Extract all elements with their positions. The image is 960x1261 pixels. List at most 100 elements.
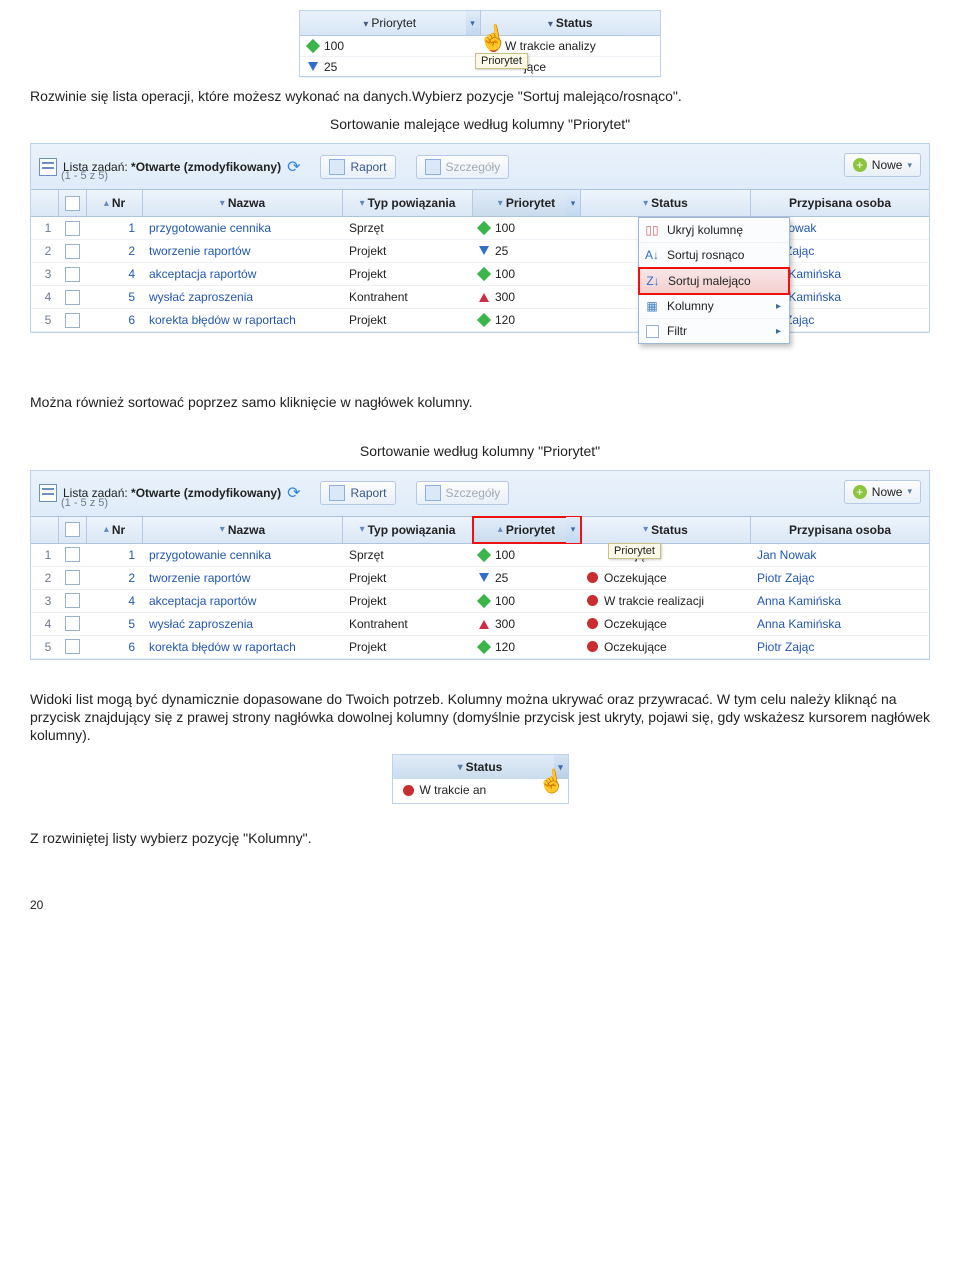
refresh-icon[interactable]: ⟳	[287, 483, 300, 503]
sort-desc-icon	[548, 16, 556, 30]
col-header-checkbox[interactable]	[59, 190, 87, 216]
task-name-link[interactable]: akceptacja raportów	[143, 594, 343, 608]
person-link[interactable]: Piotr Zając	[751, 571, 929, 585]
column-dropdown-icon[interactable]: ▾	[566, 517, 580, 543]
col-header-status[interactable]: Status	[481, 11, 661, 35]
task-name-link[interactable]: wysłać zaproszenia	[143, 617, 343, 631]
task-name-link[interactable]: korekta błędów w raportach	[143, 640, 343, 654]
table-row[interactable]: 34akceptacja raportówProjekt100iAnna Kam…	[31, 263, 929, 286]
row-checkbox[interactable]	[59, 639, 87, 654]
menu-sort-desc[interactable]: Z↓Sortuj malejąco	[639, 268, 789, 294]
status-dot-icon	[403, 785, 414, 796]
row-checkbox[interactable]	[59, 547, 87, 562]
row-checkbox[interactable]	[59, 290, 87, 305]
status-dot-icon	[587, 572, 598, 583]
status-dot-icon	[587, 618, 598, 629]
columns-icon: ▦	[644, 298, 660, 314]
col-header-priorytet[interactable]: ▴Priorytet▾	[473, 517, 581, 543]
list-icon	[39, 158, 57, 176]
paragraph: Rozwinie się lista operacji, które możes…	[30, 87, 930, 105]
hide-column-icon: ▯▯	[644, 222, 660, 238]
arrow-up-icon	[479, 619, 489, 629]
col-header-index	[31, 517, 59, 543]
row-checkbox[interactable]	[59, 267, 87, 282]
menu-columns[interactable]: ▦Kolumny▸	[639, 294, 789, 319]
report-button[interactable]: Raport	[320, 481, 395, 505]
task-name-link[interactable]: tworzenie raportów	[143, 244, 343, 258]
row-checkbox[interactable]	[59, 616, 87, 631]
report-button[interactable]: Raport	[320, 155, 395, 179]
menu-filter[interactable]: Filtr▸	[639, 319, 789, 343]
task-grid-1: Lista zadań: *Otwarte (zmodyfikowany) ⟳ …	[30, 143, 930, 333]
task-name-link[interactable]: przygotowanie cennika	[143, 548, 343, 562]
person-link[interactable]: Anna Kamińska	[751, 617, 929, 631]
sort-desc-icon	[363, 16, 371, 30]
figure-column-hover: ▾Status▾ W trakcie an ☝	[392, 754, 569, 804]
person-link[interactable]: Piotr Zając	[751, 640, 929, 654]
refresh-icon[interactable]: ⟳	[287, 157, 300, 177]
diamond-green-icon	[477, 221, 491, 235]
plus-icon: +	[853, 485, 867, 499]
column-dropdown-icon[interactable]: ▾	[566, 190, 580, 216]
task-name-link[interactable]: tworzenie raportów	[143, 571, 343, 585]
col-header-person[interactable]: Przypisana osoba	[751, 517, 929, 543]
row-checkbox[interactable]	[59, 244, 87, 259]
table-row[interactable]: 22tworzenie raportówProjekt25OczekująceP…	[31, 567, 929, 590]
task-name-link[interactable]: wysłać zaproszenia	[143, 290, 343, 304]
diamond-green-icon	[477, 267, 491, 281]
table-row[interactable]: 56korekta błędów w raportachProjekt120Pi…	[31, 309, 929, 332]
plus-icon: +	[853, 158, 867, 172]
grid-count: (1 - 5 z 5)	[61, 497, 108, 509]
row-checkbox[interactable]	[59, 221, 87, 236]
arrow-down-icon	[308, 62, 318, 72]
col-header-nr[interactable]: ▴Nr	[87, 190, 143, 216]
menu-hide-column[interactable]: ▯▯Ukryj kolumnę	[639, 218, 789, 243]
col-header-typ[interactable]: ▾Typ powiązania	[343, 517, 473, 543]
paragraph: Z rozwiniętej listy wybierz pozycję "Kol…	[30, 829, 930, 847]
col-header-nazwa[interactable]: ▾Nazwa	[143, 190, 343, 216]
sort-desc-icon: Z↓	[645, 273, 661, 289]
task-name-link[interactable]: przygotowanie cennika	[143, 221, 343, 235]
table-row[interactable]: 11przygotowanie cennikaSprzęt100jąceJan …	[31, 544, 929, 567]
cursor-hand-icon: ☝	[535, 767, 567, 797]
diamond-green-icon	[477, 313, 491, 327]
chevron-right-icon: ▸	[776, 301, 781, 312]
task-name-link[interactable]: korekta błędów w raportach	[143, 313, 343, 327]
caption: Sortowanie według kolumny "Priorytet"	[30, 442, 930, 460]
chevron-down-icon: ▾	[907, 486, 912, 497]
col-header-checkbox[interactable]	[59, 517, 87, 543]
col-header-status[interactable]: ▾Status	[581, 190, 751, 216]
table-row[interactable]: 45wysłać zaproszeniaKontrahent300Anna Ka…	[31, 286, 929, 309]
cursor-hand-icon: ☝	[476, 25, 510, 54]
person-link[interactable]: Jan Nowak	[751, 548, 929, 562]
status-dot-icon	[587, 595, 598, 606]
arrow-up-icon	[479, 292, 489, 302]
col-header-person[interactable]: Przypisana osoba	[751, 190, 929, 216]
row-checkbox[interactable]	[59, 570, 87, 585]
table-row[interactable]: 22tworzenie raportówProjekt25Piotr Zając	[31, 240, 929, 263]
col-header-priorytet[interactable]: Priorytet ▾	[300, 11, 481, 35]
table-row[interactable]: 11przygotowanie cennikaSprzęt100Jan Nowa…	[31, 217, 929, 240]
details-button[interactable]: Szczegóły	[416, 155, 510, 179]
row-checkbox[interactable]	[59, 593, 87, 608]
col-header-typ[interactable]: ▾Typ powiązania	[343, 190, 473, 216]
col-header-nazwa[interactable]: ▾Nazwa	[143, 517, 343, 543]
filter-icon	[644, 323, 660, 339]
figure-dropdown-header: Priorytet ▾ Status 100W trakcie analizy …	[299, 10, 661, 77]
new-button[interactable]: +Nowe▾	[844, 480, 921, 504]
menu-sort-asc[interactable]: A↓Sortuj rosnąco	[639, 243, 789, 268]
table-row[interactable]: 45wysłać zaproszeniaKontrahent300Oczekuj…	[31, 613, 929, 636]
col-header-priorytet[interactable]: ▾Priorytet▾	[473, 190, 581, 216]
report-icon	[329, 485, 345, 501]
col-header-nr[interactable]: ▴Nr	[87, 517, 143, 543]
person-link[interactable]: Anna Kamińska	[751, 594, 929, 608]
row-checkbox[interactable]	[59, 313, 87, 328]
details-button[interactable]: Szczegóły	[416, 481, 510, 505]
table-row[interactable]: 56korekta błędów w raportachProjekt120Oc…	[31, 636, 929, 659]
table-row[interactable]: 34akceptacja raportówProjekt100W trakcie…	[31, 590, 929, 613]
sort-asc-icon: A↓	[644, 247, 660, 263]
task-name-link[interactable]: akceptacja raportów	[143, 267, 343, 281]
grid-count: (1 - 5 z 5)	[61, 170, 108, 182]
new-button[interactable]: +Nowe▾	[844, 153, 921, 177]
col-header-status[interactable]: ▾Status	[581, 517, 751, 543]
